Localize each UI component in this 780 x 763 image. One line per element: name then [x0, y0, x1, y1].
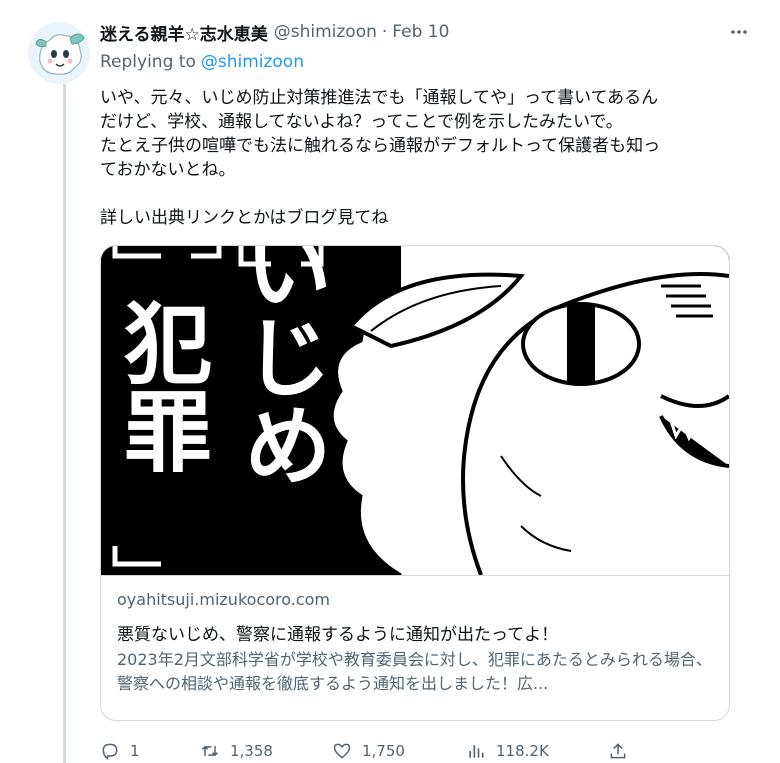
- tweet-text-line: ておかないとね。: [100, 160, 236, 180]
- tweet-text-line: たとえ子供の喧嘩でも法に触れるなら通報がデフォルトって保護者も知っ: [100, 136, 661, 156]
- reply-button[interactable]: 1: [100, 741, 140, 761]
- views-button[interactable]: 118.2K: [466, 741, 549, 761]
- heart-icon: [333, 743, 351, 759]
- like-button[interactable]: 1,750: [332, 741, 405, 761]
- share-icon: [610, 743, 626, 759]
- action-bar: 1 1,358 1,750 118.2K: [100, 736, 740, 763]
- display-name[interactable]: 迷える親羊☆志水恵美: [100, 20, 268, 45]
- more-icon: [731, 30, 747, 34]
- card-description: 2023年2月文部科学省が学校や教育委員会に対し、犯罪にあたるとみられる場合、警…: [117, 650, 712, 693]
- reply-count: 1: [130, 742, 140, 760]
- replying-label: Replying to: [100, 52, 196, 72]
- tweet-text-line: [100, 182, 740, 206]
- retweet-icon: [201, 745, 219, 757]
- card-illustration: 犯罪 いじめ: [101, 246, 729, 577]
- like-count: 1,750: [362, 742, 405, 760]
- view-count: 118.2K: [496, 742, 549, 760]
- more-button[interactable]: [724, 20, 754, 44]
- card-image-text-right: いじめ: [230, 246, 333, 488]
- card-image-text-left: 犯罪: [110, 298, 213, 474]
- sheep-avatar-icon: [28, 22, 90, 84]
- views-icon: [469, 745, 484, 758]
- card-domain: oyahitsuji.mizukocoro.com: [117, 590, 331, 609]
- card-image[interactable]: 犯罪 いじめ: [101, 246, 729, 577]
- thread-line: [63, 84, 66, 763]
- reply-icon: [102, 743, 118, 760]
- tweet-text-line: だけど、学校、通報してないよね？ってことで例を示したみたいで。: [100, 112, 623, 132]
- retweet-count: 1,358: [230, 742, 273, 760]
- avatar[interactable]: [28, 22, 90, 84]
- tweet-text-line: いや、元々、いじめ防止対策推進法でも「通報してや」って書いてあるん: [100, 88, 659, 108]
- tweet-text: いや、元々、いじめ防止対策推進法でも「通報してや」って書いてあるん だけど、学校、…: [100, 86, 740, 230]
- tweet-header: 迷える親羊☆志水恵美 @shimizoon · Feb 10: [100, 14, 740, 50]
- tweet-content: 迷える親羊☆志水恵美 @shimizoon · Feb 10 Replying …: [100, 14, 747, 760]
- user-handle[interactable]: @shimizoon: [274, 22, 377, 42]
- card-body[interactable]: oyahitsuji.mizukocoro.com 悪質ないじめ、警察に通報する…: [101, 575, 729, 696]
- tweet-text-line: 詳しい出典リンクとかはブログ見てね: [100, 208, 389, 228]
- tweet[interactable]: 迷える親羊☆志水恵美 @shimizoon · Feb 10 Replying …: [0, 0, 780, 763]
- card-title: 悪質ないじめ、警察に通報するように通知が出たってよ！: [117, 625, 559, 644]
- separator-dot: ·: [381, 22, 388, 42]
- share-button[interactable]: [608, 741, 638, 761]
- replying-to: Replying to @shimizoon: [100, 52, 740, 78]
- retweet-button[interactable]: 1,358: [200, 741, 273, 761]
- tweet-date[interactable]: Feb 10: [392, 22, 449, 42]
- link-card[interactable]: 犯罪 いじめ oyahitsuji.mizukocoro.com 悪質ないじめ、…: [100, 245, 730, 721]
- replying-mention-link[interactable]: @shimizoon: [201, 52, 304, 72]
